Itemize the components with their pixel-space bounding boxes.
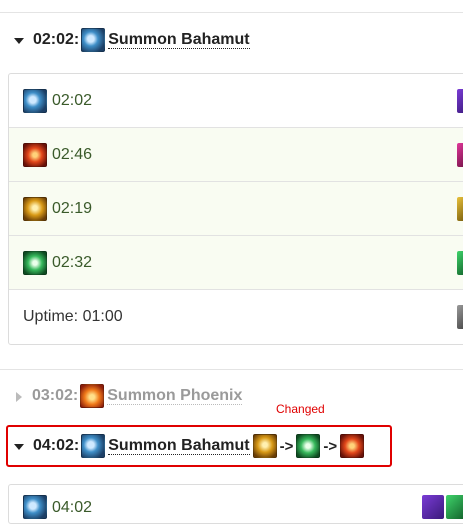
ability-icon — [422, 495, 444, 519]
row-time: 02:02 — [52, 91, 93, 109]
caret-down-icon[interactable] — [14, 37, 24, 44]
titan-icon — [23, 196, 47, 221]
row-time: 02:32 — [52, 253, 93, 271]
ability-icon — [457, 305, 463, 329]
table-row: 02:32 — [9, 236, 463, 290]
arrow-text: -> — [279, 437, 294, 455]
ability-icon — [457, 197, 463, 221]
section-name[interactable]: Summon Bahamut — [108, 31, 250, 49]
phoenix-icon — [80, 384, 105, 408]
divider-middle — [0, 369, 463, 370]
section-header-3[interactable]: 04:02: Summon Bahamut -> -> — [14, 434, 365, 458]
arrow-text: -> — [323, 437, 338, 455]
bahamut-icon — [81, 28, 106, 52]
table-row: 02:02 — [9, 74, 463, 128]
section-header-2[interactable]: 03:02: Summon Phoenix — [14, 384, 243, 408]
bahamut-icon — [23, 88, 47, 113]
section-time: 04:02: — [33, 437, 80, 454]
garuda-icon — [296, 434, 321, 458]
timeline-table-2: 04:02 — [8, 484, 463, 524]
bahamut-icon — [81, 434, 106, 458]
ability-icon — [446, 495, 463, 519]
timeline-table: 02:02 02:46 02:19 02:32 Uptime: 01:00 — [8, 73, 463, 345]
ability-icon — [457, 89, 463, 113]
table-row: 02:19 — [9, 182, 463, 236]
changed-label: Changed — [276, 402, 325, 416]
divider-top — [0, 12, 463, 13]
ability-icon — [457, 251, 463, 275]
caret-right-icon[interactable] — [16, 391, 22, 402]
section-name[interactable]: Summon Phoenix — [107, 387, 243, 405]
bahamut-icon — [23, 495, 47, 519]
caret-down-icon[interactable] — [14, 443, 24, 450]
row-time: 02:19 — [52, 199, 93, 217]
table-row: 02:46 — [9, 128, 463, 182]
section-header-1[interactable]: 02:02: Summon Bahamut — [14, 28, 250, 52]
titan-icon — [252, 434, 277, 458]
row-time: 02:46 — [52, 145, 93, 163]
ifrit-icon — [23, 142, 47, 167]
row-time: 04:02 — [52, 499, 93, 516]
section-name[interactable]: Summon Bahamut — [108, 437, 250, 455]
section-time: 03:02: — [32, 387, 79, 404]
table-row: Uptime: 01:00 — [9, 290, 463, 344]
garuda-icon — [23, 250, 47, 275]
section-time: 02:02: — [33, 31, 80, 48]
uptime-text: Uptime: 01:00 — [23, 308, 123, 325]
ability-icon — [457, 143, 463, 167]
ifrit-icon — [340, 434, 365, 458]
